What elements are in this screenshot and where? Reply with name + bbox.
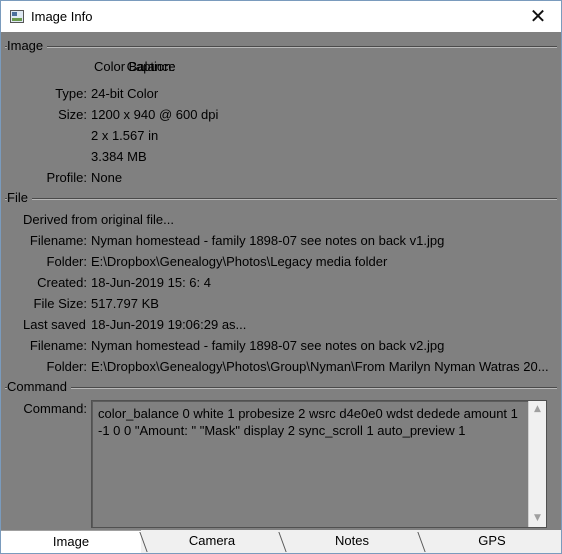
scroll-down-arrow-icon[interactable]: ▼ bbox=[529, 510, 546, 527]
folder-value: E:\Dropbox\Genealogy\Photos\Legacy media… bbox=[91, 254, 388, 269]
command-text[interactable]: color_balance 0 white 1 probesize 2 wsrc… bbox=[98, 405, 522, 439]
type-value: 24-bit Color bbox=[91, 86, 159, 101]
command-section-header: Command bbox=[5, 379, 557, 395]
info-panel: Image Caption: Color Balance Type: 24-bi… bbox=[1, 32, 561, 528]
tab-image[interactable]: Image bbox=[1, 530, 141, 553]
command-section-title: Command bbox=[7, 379, 71, 395]
filename-label: Filename: bbox=[29, 233, 87, 248]
size-memory-value: 3.384 MB bbox=[91, 149, 147, 164]
saved-folder-value: E:\Dropbox\Genealogy\Photos\Group\Nyman\… bbox=[91, 359, 549, 374]
profile-label: Profile: bbox=[46, 170, 87, 185]
section-divider bbox=[5, 198, 557, 200]
file-size-value: 517.797 KB bbox=[91, 296, 159, 311]
tab-notes[interactable]: Notes bbox=[285, 530, 419, 552]
saved-filename-label: Filename: bbox=[29, 338, 87, 353]
derived-from-text: Derived from original file... bbox=[23, 212, 174, 227]
saved-folder-label: Folder: bbox=[46, 359, 87, 374]
image-info-window: Image Info ✕ Image Caption: Color Balanc… bbox=[0, 0, 562, 554]
filename-value: Nyman homestead - family 1898-07 see not… bbox=[91, 233, 445, 248]
last-saved-label: Last saved bbox=[23, 317, 86, 332]
saved-filename-value: Nyman homestead - family 1898-07 see not… bbox=[91, 338, 445, 353]
file-section-header: File bbox=[5, 190, 557, 206]
image-section-title: Image bbox=[7, 38, 48, 54]
close-button[interactable]: ✕ bbox=[515, 1, 561, 32]
created-label: Created: bbox=[37, 275, 87, 290]
last-saved-value: 18-Jun-2019 19:06:29 as... bbox=[91, 317, 247, 332]
tab-gps[interactable]: GPS bbox=[425, 530, 559, 552]
image-section-header: Image bbox=[5, 38, 557, 54]
section-divider bbox=[5, 387, 557, 389]
type-label: Type: bbox=[55, 86, 87, 101]
size-inches-value: 2 x 1.567 in bbox=[91, 128, 159, 143]
command-textarea[interactable]: color_balance 0 white 1 probesize 2 wsrc… bbox=[91, 400, 547, 528]
command-scrollbar[interactable]: ▲ ▼ bbox=[528, 401, 546, 527]
title-bar: Image Info ✕ bbox=[1, 1, 561, 32]
file-section-title: File bbox=[7, 190, 32, 206]
size-label: Size: bbox=[58, 107, 87, 122]
section-divider bbox=[5, 46, 557, 48]
command-label: Command: bbox=[23, 401, 87, 416]
file-size-label: File Size: bbox=[33, 296, 87, 311]
image-window-icon bbox=[10, 10, 24, 23]
size-dimensions-value: 1200 x 940 @ 600 dpi bbox=[91, 107, 219, 122]
tab-camera[interactable]: Camera bbox=[145, 530, 279, 552]
created-value: 18-Jun-2019 15: 6: 4 bbox=[91, 275, 211, 290]
caption-value: Color Balance bbox=[94, 59, 176, 74]
profile-value: None bbox=[91, 170, 123, 185]
folder-label: Folder: bbox=[46, 254, 87, 269]
tab-bar: Image Camera Notes GPS bbox=[1, 530, 561, 553]
scroll-up-arrow-icon[interactable]: ▲ bbox=[529, 401, 546, 418]
window-title: Image Info bbox=[31, 9, 93, 24]
